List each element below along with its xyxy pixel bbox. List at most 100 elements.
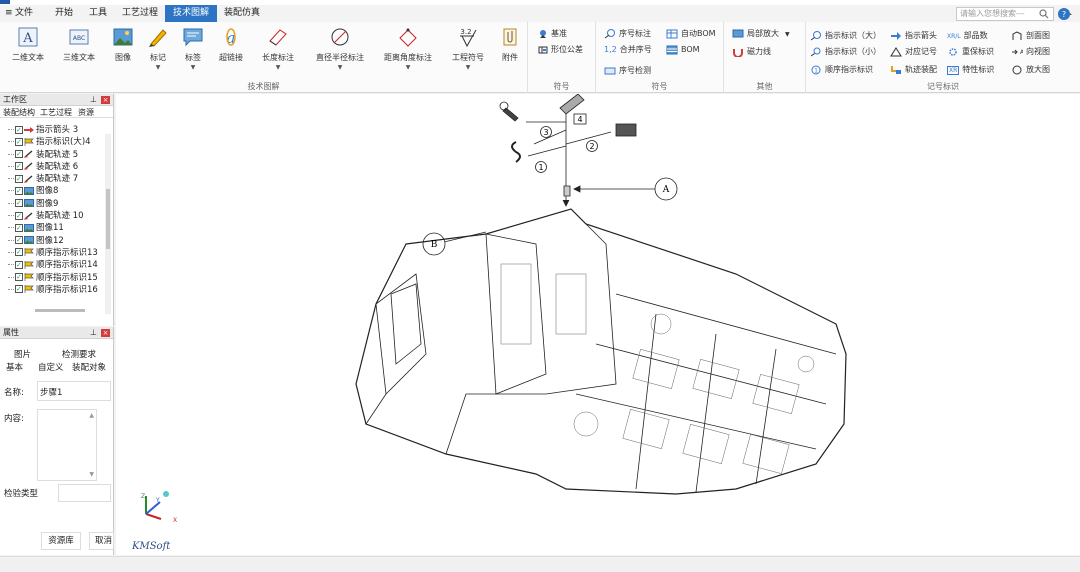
visibility-checkbox[interactable] — [15, 148, 23, 160]
tree-scrollbar-thumb[interactable] — [106, 189, 110, 249]
distance-angle-dropdown-icon[interactable]: ▼ — [380, 64, 436, 71]
cancel-button[interactable]: 取消 — [89, 532, 114, 550]
local-zoom-button[interactable]: 局部放大 ▼ — [732, 27, 790, 41]
name-field[interactable]: 步骤1 — [37, 381, 111, 401]
pin-icon[interactable]: ⊥ — [90, 327, 97, 339]
tree-item[interactable]: 顺序指示标识13 — [0, 246, 104, 259]
visibility-checkbox[interactable] — [15, 160, 23, 173]
visibility-checkbox[interactable] — [15, 197, 23, 210]
attachment-button[interactable]: 附件 — [496, 26, 524, 63]
tree-item[interactable]: 顺序指示标识14 — [0, 259, 104, 271]
tree-horizontal-scrollbar[interactable] — [35, 309, 85, 312]
resource-library-button[interactable]: 资源库 — [41, 532, 81, 550]
part-count-button[interactable]: XR/L 部品数 — [947, 29, 988, 43]
image-button[interactable]: 图像 — [108, 26, 138, 63]
auto-bom-button[interactable]: 自动BOM — [666, 27, 716, 41]
serial-check-button[interactable]: 序号检测 — [604, 64, 651, 78]
tree-item[interactable]: 图像11 — [0, 222, 104, 234]
indicator-arrow-button[interactable]: 指示箭头 — [890, 29, 937, 43]
trajectory-assembly-button[interactable]: 轨迹装配 — [890, 63, 937, 77]
tab-basic[interactable]: 基本 — [6, 361, 23, 373]
scroll-up-icon[interactable]: ▲ — [89, 412, 94, 419]
tree-item[interactable]: 指示标识(大)4 — [0, 136, 104, 148]
3d-text-button[interactable]: ABC 三维文本 — [58, 26, 100, 63]
magnify-view-button[interactable]: 放大图 — [1011, 63, 1050, 77]
visibility-checkbox[interactable] — [15, 283, 23, 296]
visibility-checkbox[interactable] — [15, 259, 23, 271]
tree-item[interactable]: 装配轨迹 6 — [0, 160, 104, 173]
2d-text-button[interactable]: A 二维文本 — [7, 26, 49, 63]
engineering-symbol-dropdown-icon[interactable]: ▼ — [446, 64, 490, 71]
form-tolerance-button[interactable]: 形位公差 — [538, 43, 583, 57]
menu-tools[interactable]: 工具 — [89, 5, 107, 22]
visibility-checkbox[interactable] — [15, 222, 23, 234]
hamburger-icon[interactable]: ≡ — [5, 5, 13, 22]
menu-assembly-sim[interactable]: 装配仿真 — [224, 5, 260, 22]
visibility-checkbox[interactable] — [15, 185, 23, 197]
3d-viewport[interactable]: 3 2 1 4 A B Z Y X KMSoft — [116, 93, 1080, 555]
sequence-indicator-button[interactable]: 1 顺序指示标识 — [810, 63, 873, 77]
serial-annotation-button[interactable]: 序号标注 — [604, 27, 651, 41]
bom-button[interactable]: BOM — [666, 43, 700, 57]
characteristic-mark-button[interactable]: XR 特性标识 — [947, 63, 994, 77]
diameter-radius-dropdown-icon[interactable]: ▼ — [308, 64, 372, 71]
tree-item[interactable]: 图像9 — [0, 197, 104, 210]
safety-mark-button[interactable]: 重保标识 — [947, 45, 994, 59]
menu-tech-illustration[interactable]: 技术图解 — [165, 5, 218, 22]
scroll-down-icon[interactable]: ▼ — [89, 471, 94, 478]
length-dim-dropdown-icon[interactable]: ▼ — [258, 64, 298, 71]
datum-button[interactable]: 基准 — [538, 27, 567, 41]
tree-scrollbar[interactable] — [105, 134, 111, 314]
menu-process[interactable]: 工艺过程 — [122, 5, 158, 22]
local-zoom-dropdown-icon[interactable]: ▼ — [785, 31, 790, 38]
visibility-checkbox[interactable] — [15, 173, 23, 185]
length-dim-button[interactable]: 长度标注 ▼ — [258, 26, 298, 71]
tab-assembly-object[interactable]: 装配对象 — [72, 361, 106, 373]
mark-button[interactable]: 标记 ▼ — [143, 26, 173, 71]
visibility-checkbox[interactable] — [15, 124, 23, 136]
content-textarea[interactable]: ▲ ▼ — [37, 409, 97, 481]
visibility-checkbox[interactable] — [15, 246, 23, 259]
distance-angle-button[interactable]: 距离角度标注 ▼ — [380, 26, 436, 71]
visibility-checkbox[interactable] — [15, 271, 23, 283]
magnetic-line-button[interactable]: 磁力线 — [732, 45, 771, 59]
balloon-a[interactable]: A — [662, 185, 670, 195]
tree-item[interactable]: 顺序指示标识16 — [0, 283, 104, 296]
tab-picture[interactable]: 图片 — [14, 348, 31, 360]
inspection-type-select[interactable] — [58, 484, 111, 502]
indicator-large-button[interactable]: 指示标识（大） — [810, 29, 881, 43]
help-icon[interactable]: ? — [1057, 7, 1073, 21]
menu-file[interactable]: 文件 — [15, 5, 33, 22]
visibility-checkbox[interactable] — [15, 210, 23, 222]
close-icon[interactable]: × — [101, 329, 110, 337]
diameter-radius-button[interactable]: 直径半径标注 ▼ — [308, 26, 372, 71]
tree-item[interactable]: 装配轨迹 5 — [0, 148, 104, 161]
tab-inspection-requirements[interactable]: 检测要求 — [62, 348, 96, 360]
menu-start[interactable]: 开始 — [55, 5, 73, 22]
tab-resources[interactable]: 资源 — [78, 107, 94, 118]
engineering-symbol-button[interactable]: 3.2 工程符号 ▼ — [446, 26, 490, 71]
search-icon[interactable] — [1039, 9, 1049, 19]
tree-item[interactable]: 装配轨迹 7 — [0, 173, 104, 185]
hyperlink-button[interactable]: a 超链接 — [213, 26, 249, 63]
indicator-small-button[interactable]: 指示标识（小） — [810, 45, 881, 59]
visibility-checkbox[interactable] — [15, 234, 23, 246]
mark-dropdown-icon[interactable]: ▼ — [143, 64, 173, 71]
tab-assembly-structure[interactable]: 装配结构 — [3, 107, 35, 118]
direction-view-button[interactable]: A 向视图 — [1011, 45, 1050, 59]
tree-item[interactable]: 图像12 — [0, 234, 104, 247]
tab-process[interactable]: 工艺过程 — [40, 107, 72, 118]
tab-custom[interactable]: 自定义 — [38, 361, 64, 373]
balloon-b[interactable]: B — [431, 240, 438, 250]
section-view-button[interactable]: 剖面图 — [1011, 29, 1050, 43]
label-dropdown-icon[interactable]: ▼ — [178, 64, 208, 71]
pin-icon[interactable]: ⊥ — [90, 94, 97, 106]
label-button[interactable]: 标签 ▼ — [178, 26, 208, 71]
close-icon[interactable]: × — [101, 96, 110, 104]
corresponding-mark-button[interactable]: 对应记号 — [890, 45, 937, 59]
tree-item[interactable]: 顺序指示标识15 — [0, 271, 104, 284]
tree-item[interactable]: 图像8 — [0, 185, 104, 197]
visibility-checkbox[interactable] — [15, 136, 23, 148]
tree-item[interactable]: 装配轨迹 10 — [0, 210, 104, 222]
merge-serial-button[interactable]: 1,2 合并序号 — [604, 43, 652, 57]
